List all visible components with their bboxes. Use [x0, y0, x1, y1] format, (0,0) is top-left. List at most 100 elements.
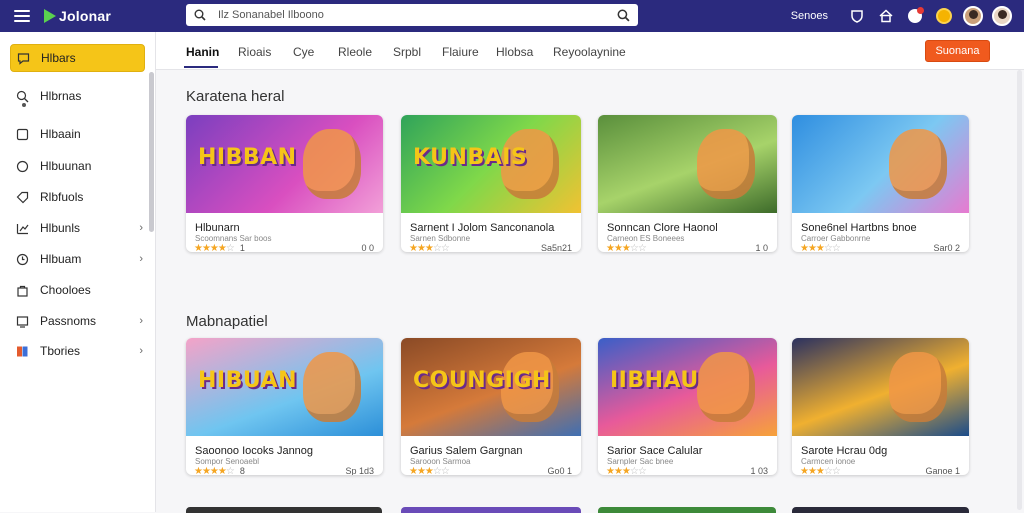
sidebar-item[interactable]: Rlbfuols — [10, 183, 145, 211]
game-thumbnail[interactable] — [792, 115, 969, 213]
card-peek — [401, 507, 581, 513]
sidebar-item-label: Hlbuam — [40, 252, 82, 266]
character-illustration — [889, 129, 947, 199]
game-logo-art: COUNGIGH — [413, 368, 551, 393]
star-rating: ★★★☆☆ — [409, 243, 450, 252]
card-peek — [792, 507, 969, 513]
star-rating: ★★★★☆ 1 — [194, 243, 245, 252]
section-title: Mabnapatiel — [186, 313, 268, 330]
star-rating: ★★★☆☆ — [800, 243, 841, 252]
sidebar-item[interactable]: Hlbunls › — [10, 214, 145, 242]
card-meta: 1 0 — [755, 243, 768, 252]
shield-icon[interactable] — [847, 6, 867, 26]
book-icon — [16, 345, 29, 358]
game-logo-art: HIBBAN — [198, 145, 297, 170]
section-title: Karatena heral — [186, 88, 285, 105]
game-thumbnail[interactable]: IIBHAU — [598, 338, 777, 436]
tab[interactable]: Hanin — [186, 45, 219, 59]
sidebar-item[interactable]: Chooloes — [10, 276, 145, 304]
main-scrollbar[interactable] — [1017, 70, 1022, 510]
card-subtitle: Sarnpler Sac bnee — [607, 457, 674, 466]
rating-count: 8 — [239, 466, 245, 475]
chevron-right-icon[interactable]: › — [139, 253, 143, 265]
menu-icon[interactable] — [14, 10, 30, 22]
tab[interactable]: Cye — [293, 45, 314, 59]
chevron-right-icon[interactable]: › — [139, 222, 143, 234]
sidebar-item[interactable]: Hlbuam › — [10, 245, 145, 273]
character-illustration — [303, 129, 361, 199]
app-logo[interactable]: Jolonar — [44, 8, 111, 24]
sidebar-item[interactable]: Hlbrnas — [10, 82, 145, 110]
sidebar-item[interactable]: Hlbaain — [10, 120, 145, 148]
game-card[interactable]: IIBHAU Sarior Sace Calular Sarnpler Sac bn… — [598, 338, 777, 475]
card-meta: Go0 1 — [547, 466, 572, 475]
logo-text: Jolonar — [59, 8, 111, 24]
card-meta: 0 0 — [361, 243, 374, 252]
game-card[interactable]: HIBUAN Saoonoo Iocoks Jannog Sompor Senoae… — [186, 338, 383, 475]
game-thumbnail[interactable]: COUNGIGH — [401, 338, 581, 436]
top-link[interactable]: Senoes — [791, 10, 828, 22]
game-card[interactable]: KUNBAIS Sarnent I Jolom Sanconanola Sarnen… — [401, 115, 581, 252]
card-title: Saoonoo Iocoks Jannog — [195, 445, 314, 457]
tab[interactable]: Flaiure — [442, 45, 479, 59]
game-thumbnail[interactable] — [598, 115, 777, 213]
chevron-right-icon[interactable]: › — [139, 345, 143, 357]
card-meta: Sar0 2 — [933, 243, 960, 252]
home-icon[interactable] — [876, 6, 896, 26]
active-tab-indicator — [184, 66, 218, 68]
search-icon — [16, 90, 29, 103]
sidebar-item[interactable]: Hlbuunan — [10, 152, 145, 180]
game-thumbnail[interactable]: KUNBAIS — [401, 115, 581, 213]
sidebar-item-label: Chooloes — [40, 283, 91, 297]
search-icon — [194, 9, 206, 21]
card-subtitle: Carmcen ionoe — [801, 457, 856, 466]
card-title: Sonncan Clore Haonol — [607, 222, 718, 234]
sidebar-subitem-dot — [22, 103, 26, 107]
chat-bubble-icon — [17, 52, 30, 65]
tab[interactable]: Srpbl — [393, 45, 421, 59]
game-logo-art: HIBUAN — [198, 368, 297, 393]
card-peek — [186, 507, 382, 513]
sidebar-item-label: Hlbunls — [40, 221, 81, 235]
avatar[interactable] — [963, 6, 983, 26]
chevron-right-icon[interactable]: › — [139, 315, 143, 327]
card-title: Sarior Sace Calular — [607, 445, 703, 457]
game-card[interactable]: Sarote Hcrau 0dg Carmcen ionoe ★★★☆☆ Ganoe … — [792, 338, 969, 475]
top-app-bar: Jolonar Ilz Sonanabel Ilboono Senoes — [0, 0, 1024, 32]
game-thumbnail[interactable]: HIBUAN — [186, 338, 383, 436]
character-illustration — [303, 352, 361, 422]
card-meta: Sa5n21 — [540, 243, 572, 252]
card-title: Sarnent I Jolom Sanconanola — [410, 222, 555, 234]
sidebar-item[interactable]: Passnoms › — [10, 307, 145, 335]
game-card[interactable]: Sone6nel Hartbns bnoe Carroer Gabbonrne ★★… — [792, 115, 969, 252]
tab[interactable]: Hlobsa — [496, 45, 533, 59]
tab[interactable]: Rleole — [338, 45, 372, 59]
notification-icon[interactable] — [905, 6, 925, 26]
sidebar-item[interactable]: Hlbars — [10, 44, 145, 72]
card-meta: Sp 1d3 — [345, 466, 374, 475]
monitor-icon — [16, 315, 29, 328]
star-rating: ★★★☆☆ — [606, 243, 647, 252]
game-thumbnail[interactable]: HIBBAN — [186, 115, 383, 213]
sidebar-item-label: Hlbuunan — [40, 159, 92, 173]
rating-count: 1 — [239, 243, 245, 252]
profile-avatar[interactable] — [992, 6, 1012, 26]
circle-icon — [16, 160, 29, 173]
sidebar-item-label: Rlbfuols — [40, 190, 84, 204]
primary-action-button[interactable]: Suonana — [925, 40, 990, 62]
card-title: Garius Salem Gargnan — [410, 445, 523, 457]
card-title: Sarote Hcrau 0dg — [801, 445, 888, 457]
game-card[interactable]: COUNGIGH Garius Salem Gargnan Sarooon Sarm… — [401, 338, 581, 475]
sidebar-item[interactable]: Tbories › — [10, 337, 145, 365]
game-card[interactable]: Sonncan Clore Haonol Carneon ES Boneees ★★… — [598, 115, 777, 252]
tab[interactable]: Rioais — [238, 45, 271, 59]
game-card[interactable]: HIBBAN Hlbunarn Scoomnans Sar boos ★★★★☆ 1 0 … — [186, 115, 383, 252]
search-input[interactable]: Ilz Sonanabel Ilboono — [186, 4, 638, 26]
sidebar-item-label: Hlbrnas — [40, 89, 82, 103]
tab[interactable]: Reyoolaynine — [553, 45, 626, 59]
game-thumbnail[interactable] — [792, 338, 969, 436]
search-submit-icon[interactable] — [617, 9, 630, 22]
coin-icon[interactable] — [934, 6, 954, 26]
sidebar-scrollbar[interactable] — [149, 72, 154, 232]
chart-icon — [16, 222, 29, 235]
